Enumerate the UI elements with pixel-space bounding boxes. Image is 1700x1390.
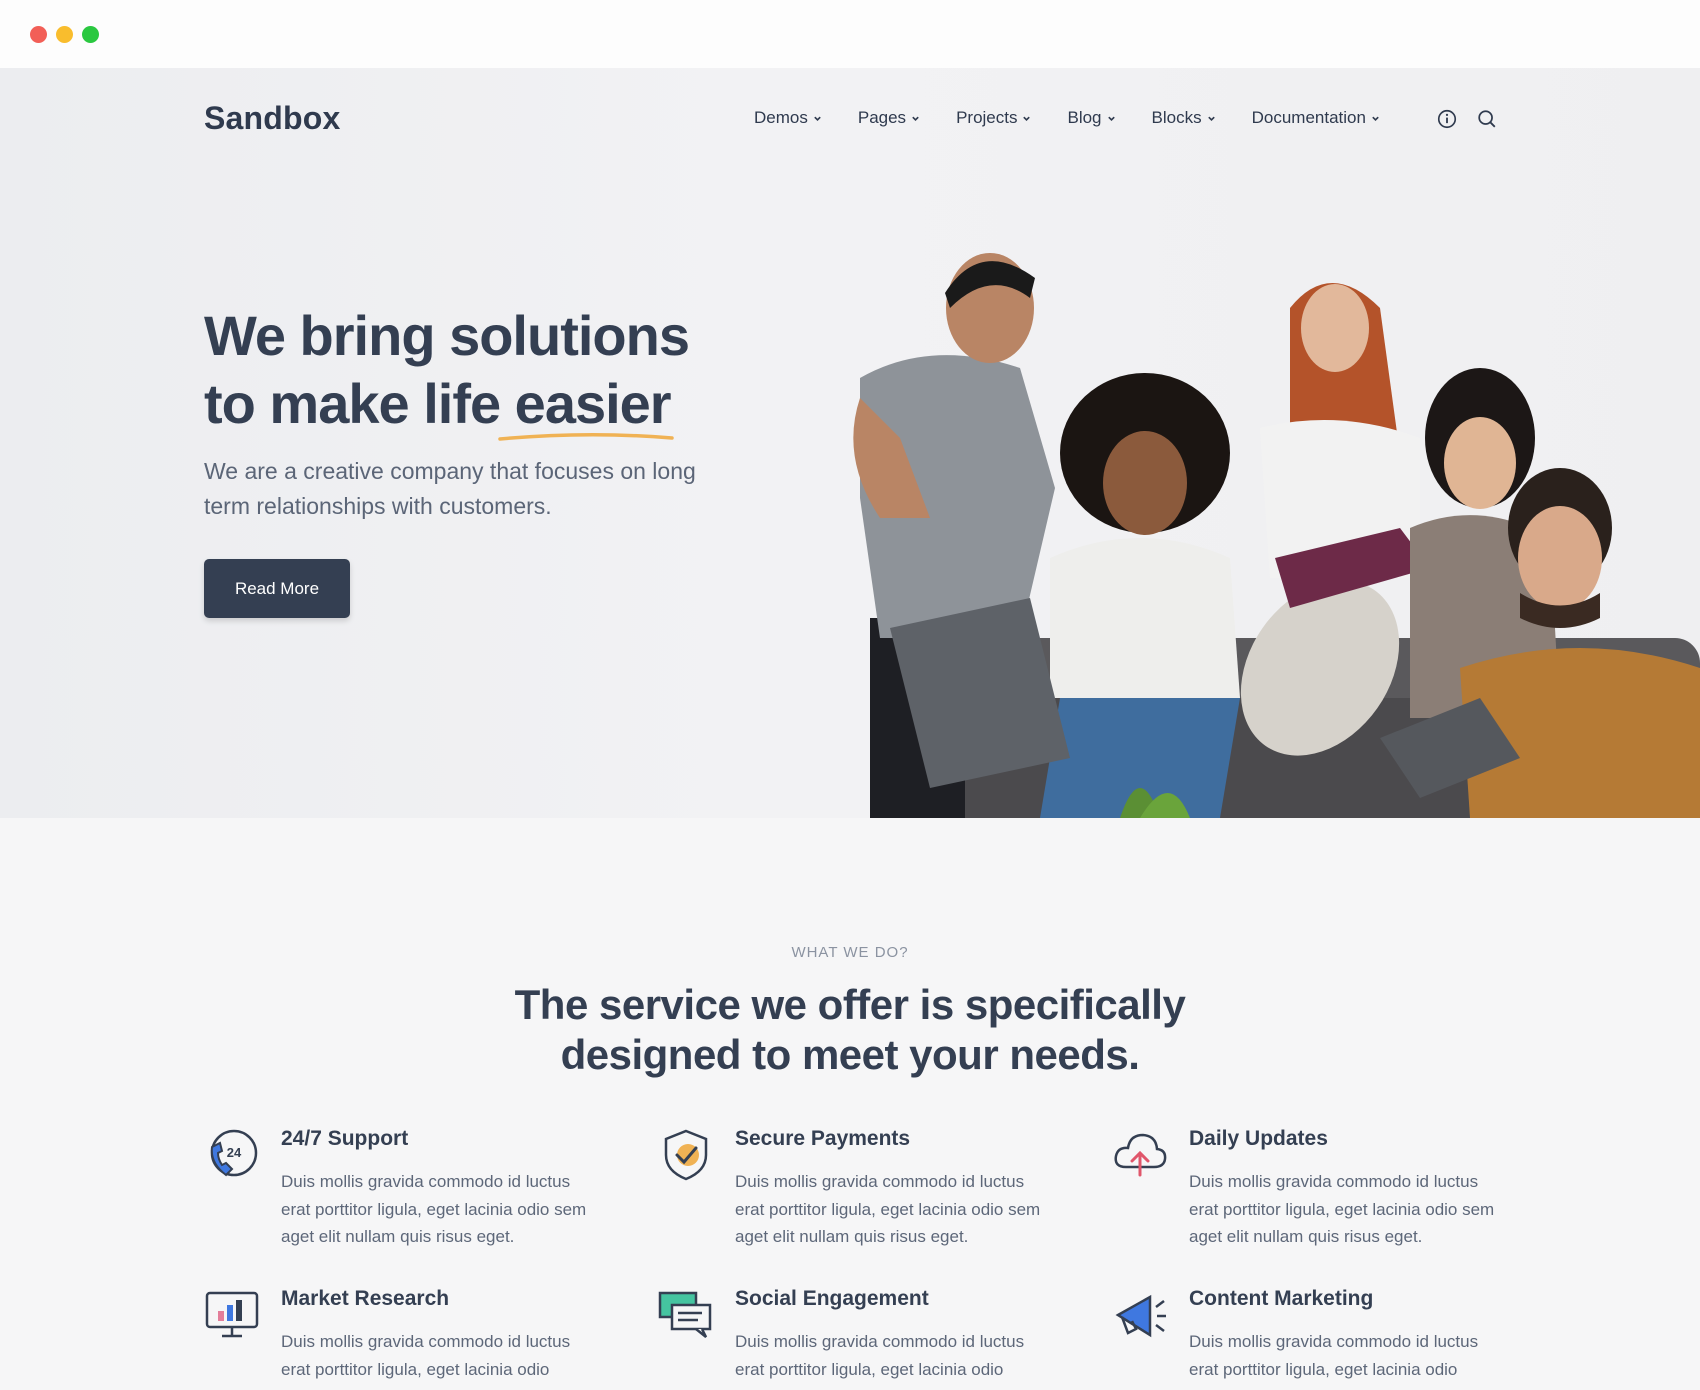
nav-label: Projects xyxy=(956,108,1018,127)
title-underline-decoration xyxy=(498,433,674,441)
browser-chrome xyxy=(0,0,1700,68)
phone-24-icon: 24 xyxy=(210,1129,258,1177)
read-more-button[interactable]: Read More xyxy=(204,559,350,618)
search-icon[interactable] xyxy=(1476,108,1498,130)
chevron-down-icon xyxy=(814,116,821,121)
info-icon[interactable] xyxy=(1436,108,1458,130)
nav-item-documentation[interactable]: Documentation xyxy=(1252,108,1380,128)
site-logo[interactable]: Sandbox xyxy=(204,100,341,137)
feature-text: Duis mollis gravida commodo id luctus er… xyxy=(735,1172,1041,1246)
section-title-line: designed to meet your needs. xyxy=(560,1031,1140,1078)
nav-label: Demos xyxy=(754,108,808,127)
nav-label: Blog xyxy=(1067,108,1102,127)
chevron-down-icon xyxy=(912,116,919,121)
feature-title: Content Marketing xyxy=(1189,1287,1374,1310)
svg-text:24: 24 xyxy=(227,1145,242,1160)
window-minimize-button[interactable] xyxy=(56,26,73,43)
feature-title: Secure Payments xyxy=(735,1127,911,1150)
feature-text: Duis mollis gravida commodo id luctus er… xyxy=(281,1332,571,1379)
shield-check-icon xyxy=(664,1129,708,1181)
chat-bubbles-icon xyxy=(658,1291,712,1338)
monitor-chart-icon xyxy=(205,1291,259,1338)
window-maximize-button[interactable] xyxy=(82,26,99,43)
hero-section: Sandbox Demos Pages Projects Blog Blocks… xyxy=(0,68,1700,818)
feature-title: Social Engagement xyxy=(735,1287,929,1310)
hero-title: We bring solutions to make life easier xyxy=(204,302,724,438)
feature-text: Duis mollis gravida commodo id luctus er… xyxy=(1189,1172,1495,1246)
megaphone-icon xyxy=(1115,1294,1166,1338)
hero-title-line: We bring solutions xyxy=(204,304,690,367)
chevron-down-icon xyxy=(1372,116,1379,121)
feature-text: Duis mollis gravida commodo id luctus er… xyxy=(735,1332,1025,1379)
nav-item-blog[interactable]: Blog xyxy=(1067,108,1115,128)
feature-title: 24/7 Support xyxy=(281,1127,409,1150)
chevron-down-icon xyxy=(1107,116,1115,121)
hero-people-image xyxy=(853,253,1700,818)
cloud-upload-icon xyxy=(1114,1133,1167,1177)
nav-label: Pages xyxy=(857,108,907,127)
feature-text: Duis mollis gravida commodo id luctus er… xyxy=(1189,1332,1479,1379)
section-title-line: The service we offer is specifically xyxy=(514,981,1186,1028)
feature-title: Daily Updates xyxy=(1189,1127,1328,1150)
chevron-down-icon xyxy=(1023,116,1031,121)
nav-label: Documentation xyxy=(1251,108,1366,127)
chevron-down-icon xyxy=(1207,116,1215,121)
section-title: The service we offer is specifically des… xyxy=(0,980,1700,1080)
hero-subtitle: We are a creative company that focuses o… xyxy=(204,458,696,519)
nav-icons xyxy=(1436,108,1498,130)
section-eyebrow: WHAT WE DO? xyxy=(791,944,909,961)
nav-item-blocks[interactable]: Blocks xyxy=(1152,108,1216,128)
main-nav: Demos Pages Projects Blog Blocks Documen… xyxy=(754,108,1416,128)
feature-text: Duis mollis gravida commodo id luctus er… xyxy=(281,1172,587,1246)
nav-item-pages[interactable]: Pages xyxy=(858,108,920,128)
nav-label: Blocks xyxy=(1151,108,1202,127)
nav-item-projects[interactable]: Projects xyxy=(956,108,1031,128)
feature-title: Market Research xyxy=(281,1287,450,1310)
nav-item-demos[interactable]: Demos xyxy=(754,108,822,128)
window-close-button[interactable] xyxy=(30,26,47,43)
